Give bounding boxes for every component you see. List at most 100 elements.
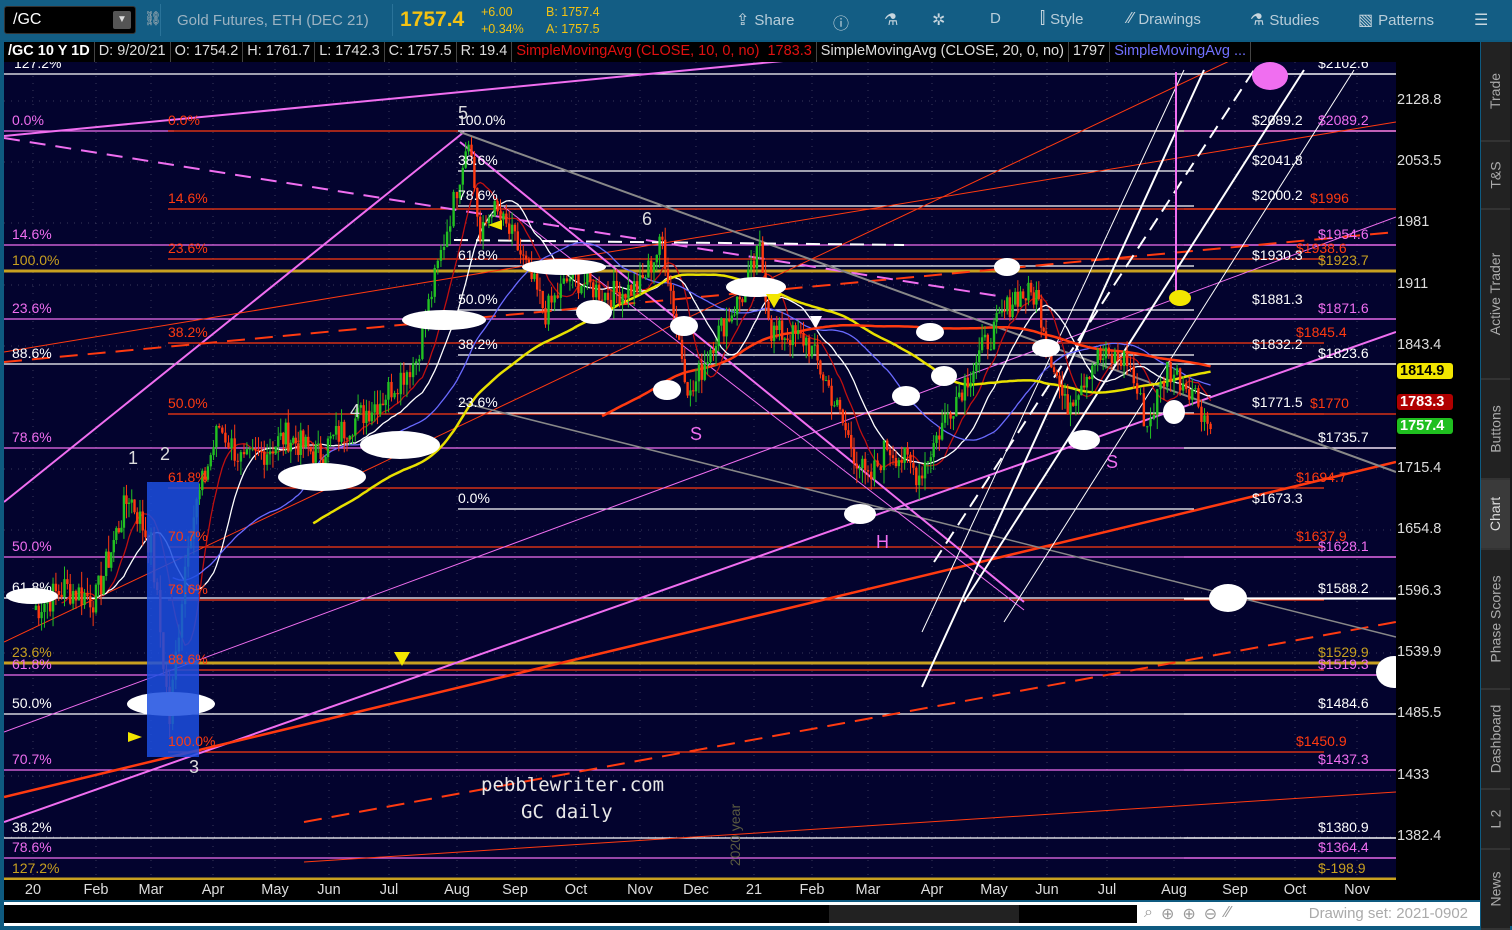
- price-tick: 2053.5: [1397, 153, 1442, 169]
- fib-level-label: 127.2%: [14, 62, 62, 71]
- studies-button[interactable]: ⚗ Studies: [1250, 10, 1319, 30]
- candle-body: [541, 290, 544, 309]
- candle-body: [533, 273, 536, 280]
- price-level-label: $1735.7: [1318, 429, 1369, 445]
- candle-body: [370, 412, 374, 422]
- settings-button[interactable]: ✲: [932, 10, 945, 30]
- candle-body: [592, 282, 595, 298]
- sidebar-tab-news[interactable]: News: [1481, 850, 1510, 930]
- candle-body: [490, 216, 493, 218]
- candle-body: [559, 283, 562, 298]
- style-button[interactable]: ⫿ Style: [1040, 10, 1083, 28]
- candle-body: [722, 318, 726, 337]
- share-button[interactable]: ⇪ Share: [736, 10, 794, 30]
- candle-body: [1055, 372, 1059, 376]
- patterns-button[interactable]: ▧ Patterns: [1358, 10, 1434, 30]
- watermark-site: pebblewriter.com: [481, 774, 665, 796]
- info-button[interactable]: ⓘ: [833, 10, 849, 34]
- sidebar-tab-dashboard[interactable]: Dashboard: [1481, 690, 1510, 790]
- candle-body: [1014, 291, 1017, 305]
- highlight-zone: [147, 482, 199, 757]
- candle-body: [1166, 361, 1169, 387]
- sidebar-tab-active-trader[interactable]: Active Trader: [1481, 210, 1510, 380]
- price-level-label: $2089.2: [1252, 112, 1303, 128]
- candle-body: [819, 360, 822, 375]
- price-level-label: $1628.1: [1318, 538, 1369, 554]
- last-price: 1757.4: [400, 8, 465, 31]
- zoom-icon[interactable]: ⌕: [1144, 904, 1153, 924]
- drawing-set-selector[interactable]: Drawing set: 2021-0902: [1309, 905, 1468, 922]
- candle-body: [66, 579, 69, 585]
- candle-body: [827, 380, 830, 386]
- candle-body: [949, 413, 952, 419]
- flask-button[interactable]: ⚗: [884, 10, 898, 30]
- sidebar-tab-trade[interactable]: Trade: [1481, 42, 1510, 142]
- crosshair-icon[interactable]: ⊕: [1161, 904, 1174, 924]
- candle-body: [381, 403, 385, 406]
- candle-body: [752, 260, 756, 269]
- period-button[interactable]: D: [990, 10, 1001, 27]
- candle-body: [1191, 389, 1194, 400]
- symbol-selector[interactable]: /GC ▼: [4, 6, 136, 34]
- bar-open: O: 1754.2: [171, 42, 244, 62]
- candle-body: [1149, 418, 1152, 427]
- drawing-icon[interactable]: ⁄⁄: [1225, 904, 1230, 924]
- drawings-button[interactable]: ⁄⁄ Drawings: [1128, 10, 1201, 28]
- candle-body: [586, 272, 589, 285]
- candle-body: [644, 277, 647, 279]
- candle-body: [807, 337, 811, 357]
- zoom-in-icon[interactable]: ⊕: [1182, 904, 1195, 924]
- candle-body: [783, 338, 786, 340]
- sidebar-tab-l-2[interactable]: L 2: [1481, 790, 1510, 850]
- scrollbar-thumb[interactable]: [829, 905, 1019, 923]
- candle-body: [1104, 347, 1108, 359]
- fib-level-label: 100.0%: [168, 733, 216, 749]
- sma20-label[interactable]: SimpleMovingAvg (CLOSE, 20, 0, no): [817, 42, 1069, 62]
- price-chart[interactable]: 127.2% 0.0% 14.6% 100.0% 23.6% 88.6% 78.6% 50.0…: [4, 62, 1396, 880]
- sidebar-tab-label: News: [1487, 871, 1504, 907]
- candle-body: [1122, 350, 1126, 367]
- candle-body: [449, 226, 452, 232]
- sidebar-tab-label: Phase Scores: [1487, 575, 1504, 663]
- zoom-out-icon[interactable]: ⊖: [1204, 904, 1217, 924]
- candle-body: [345, 438, 349, 440]
- fib-level-label: 14.6%: [12, 226, 52, 242]
- menu-button[interactable]: ☰: [1474, 10, 1488, 30]
- sidebar-tab-t-s[interactable]: T&S: [1481, 142, 1510, 210]
- candle-body: [1080, 385, 1083, 396]
- sidebar-tab-phase-scores[interactable]: Phase Scores: [1481, 550, 1510, 690]
- sidebar-tab-buttons[interactable]: Buttons: [1481, 380, 1510, 480]
- candle-body: [215, 425, 218, 448]
- candle-body: [847, 430, 850, 435]
- candle-body: [242, 452, 246, 455]
- chevron-down-icon[interactable]: ▼: [113, 11, 131, 29]
- fib-level-label: 100.0%: [12, 252, 60, 268]
- sma-more-label[interactable]: SimpleMovingAvg ...: [1110, 42, 1252, 62]
- time-axis[interactable]: 20 Feb Mar Apr May Jun Jul Aug Sep Oct Nov Dec 21 Feb…: [4, 880, 1396, 900]
- candle-body: [565, 278, 569, 282]
- candle-body: [841, 409, 844, 423]
- sidebar-tab-chart[interactable]: Chart: [1481, 480, 1510, 550]
- wave-label: 5: [458, 103, 469, 123]
- time-tick: Nov: [1344, 882, 1370, 898]
- candle-body: [307, 436, 310, 447]
- horizontal-scrollbar[interactable]: [4, 905, 1137, 923]
- candle-body: [932, 442, 935, 458]
- sidebar-tab-label: Active Trader: [1487, 252, 1504, 336]
- candle-body: [1206, 415, 1209, 424]
- candle-body: [635, 281, 639, 292]
- time-tick: Apr: [920, 882, 944, 898]
- candle-body: [858, 468, 861, 470]
- candle-body: [652, 262, 656, 273]
- time-tick: Mar: [138, 882, 164, 898]
- candle-body: [775, 325, 778, 331]
- candle-body: [830, 385, 833, 406]
- candle-body: [314, 445, 317, 463]
- sma10-label[interactable]: SimpleMovingAvg (CLOSE, 10, 0, no): [512, 42, 763, 62]
- price-level-label: $1930.3: [1252, 247, 1303, 263]
- candle-body: [1188, 389, 1191, 400]
- price-axis[interactable]: 2128.8 2053.5 1981 1911 1843.4 1715.4 1654.8 15…: [1396, 42, 1480, 900]
- candle-body: [767, 301, 770, 319]
- candle-body: [461, 167, 464, 185]
- candle-body: [1016, 291, 1020, 307]
